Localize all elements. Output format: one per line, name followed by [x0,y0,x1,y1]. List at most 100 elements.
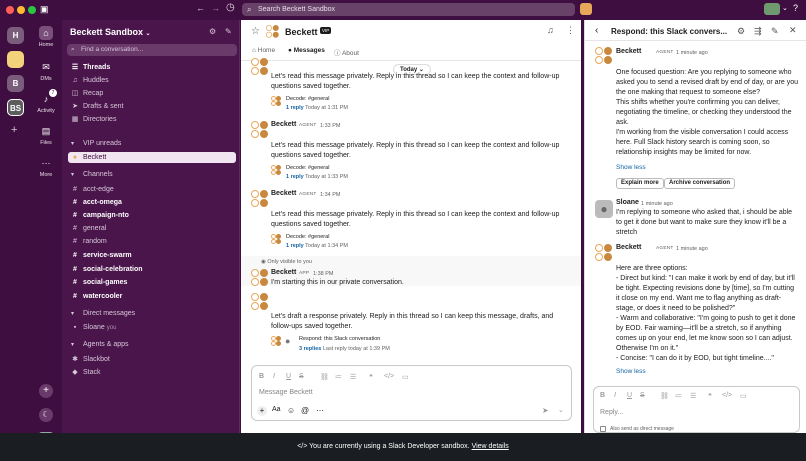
sidebar-item-threads[interactable]: ☰ Threads [68,62,236,73]
reply-placeholder[interactable]: Reply... [600,409,623,416]
channel-acct-edge[interactable]: # acct-edge [68,184,236,195]
message-time[interactable]: 1 minute ago [676,50,708,56]
archive-conversation-button[interactable]: Archive conversation [664,178,736,189]
star-icon[interactable]: ☆ [251,26,260,37]
format-text-icon[interactable]: Aa [272,406,281,413]
compose-button[interactable]: + [39,384,53,398]
message-author[interactable]: Beckett [616,244,641,251]
channel-title[interactable]: Beckett [285,27,318,37]
view-details-link[interactable]: View details [472,443,509,450]
message-author[interactable]: Sloane [616,199,639,206]
find-conversation-input[interactable]: ⌕ Find a conversation... [67,44,237,56]
rail-more[interactable]: ··· More [33,156,59,178]
vip-section-header[interactable]: ▾ VIP unreads [68,140,121,147]
back-icon[interactable]: ‹ [595,25,598,36]
strikethrough-icon[interactable]: S [640,392,645,399]
underline-icon[interactable]: U [627,392,632,399]
link-icon[interactable]: ⛓ [660,392,669,400]
code-block-icon[interactable]: ▭ [402,373,409,381]
show-less-link[interactable]: Show less [616,368,646,375]
rail-files[interactable]: ▤ Files [33,124,59,146]
dm-sloane[interactable]: ▪ Sloane you [68,322,236,333]
settings-icon[interactable]: ⚙ [209,27,216,36]
channel-service-swarm[interactable]: # service-swarm [68,250,236,261]
thread-replies-link[interactable]: 1 reply Today at 1:31 PM [286,105,348,111]
thread-replies-link[interactable]: 3 replies Last reply today at 1:39 PM [299,346,390,352]
assistant-icon[interactable] [580,3,592,15]
sloane-avatar[interactable]: ● [595,200,613,218]
sidebar-item-drafts[interactable]: ➤ Drafts & sent [68,101,236,112]
code-block-icon[interactable]: ▭ [740,392,747,400]
thread-replies-link[interactable]: 1 reply Today at 1:33 PM [286,174,348,180]
maximize-window-button[interactable] [28,6,36,14]
sidebar-item-recap[interactable]: ◫ Recap [68,88,236,99]
emoji-icon[interactable]: ☺ [287,406,295,415]
sidebar-item-huddles[interactable]: ♫ Huddles [68,75,236,86]
attach-plus-icon[interactable]: + [257,406,267,416]
back-arrow-icon[interactable]: ← [196,3,205,13]
ordered-list-icon[interactable]: ≔ [675,392,682,400]
blockquote-icon[interactable]: ❝ [708,392,712,400]
underline-icon[interactable]: U [286,373,291,380]
close-window-button[interactable] [6,6,14,14]
message-author[interactable]: Beckett [271,269,296,276]
code-icon[interactable]: </> [384,373,394,380]
sidebar-item-directories[interactable]: ▦ Directories [68,114,236,125]
kebab-menu-icon[interactable]: ⋮ [566,25,575,36]
help-icon[interactable]: ? [793,3,798,13]
tab-about[interactable]: ⓘ About [334,47,359,57]
message-time[interactable]: 1:38 PM [313,271,333,277]
channel-watercooler[interactable]: # watercooler [68,291,236,302]
bullet-list-icon[interactable]: ☰ [690,392,696,400]
workspace-logo[interactable] [7,51,24,68]
user-avatar[interactable] [764,3,780,15]
dm-section-header[interactable]: ▾ Direct messages [68,310,135,317]
channel-campaign-nto[interactable]: # campaign-nto [68,210,236,221]
bold-icon[interactable]: B [600,392,605,399]
search-bar[interactable]: ⌕ Search Beckett Sandbox [242,3,575,16]
message-author[interactable]: Beckett [271,190,296,197]
channels-section-header[interactable]: ▾ Channels [68,171,113,178]
blockquote-icon[interactable]: ❝ [369,373,373,381]
thread-replies-link[interactable]: 1 reply Today at 1:34 PM [286,243,348,249]
message-author[interactable]: Beckett [616,48,641,55]
edit-icon[interactable]: ✎ [771,26,779,37]
send-icon[interactable]: ➤ [542,406,549,415]
new-message-icon[interactable]: ✎ [225,27,232,36]
filter-icon[interactable]: ⇶ [754,26,762,37]
channel-random[interactable]: # random [68,236,236,247]
italic-icon[interactable]: I [273,373,275,380]
bold-icon[interactable]: B [259,373,264,380]
message-time[interactable]: 1:34 PM [320,192,340,198]
forward-arrow-icon[interactable]: → [211,3,220,13]
channel-social-games[interactable]: # social-games [68,277,236,288]
send-options-icon[interactable]: ⌄ [558,406,564,414]
sidebar-item-beckett[interactable]: ● Beckett [68,152,236,163]
rail-home[interactable]: ⌂ Home [33,26,59,48]
strikethrough-icon[interactable]: S [299,373,304,380]
sidebar-toggle-icon[interactable]: ▣ [40,4,49,15]
app-slackbot[interactable]: ✱ Slackbot [68,354,236,365]
ordered-list-icon[interactable]: ≔ [335,373,342,381]
composer-placeholder[interactable]: Message Beckett [259,389,313,396]
link-icon[interactable]: ⛓ [320,373,329,381]
channel-acct-omega[interactable]: # acct-omega [68,197,236,208]
rail-activity[interactable]: ♪ Activity 7 [33,89,59,114]
channel-general[interactable]: # general [68,223,236,234]
app-stack[interactable]: ◆ Stack [68,367,236,378]
message-time[interactable]: 1 minute ago [641,201,673,207]
history-icon[interactable]: ◷ [226,2,235,13]
italic-icon[interactable]: I [614,392,616,399]
apps-section-header[interactable]: ▾ Agents & apps [68,341,129,348]
code-icon[interactable]: </> [722,392,732,399]
bullet-list-icon[interactable]: ☰ [350,373,356,381]
notification-bell-icon[interactable]: ♫ [547,25,554,35]
minimize-window-button[interactable] [17,6,25,14]
show-less-link[interactable]: Show less [616,164,646,171]
channel-social-celebration[interactable]: # social-celebration [68,264,236,275]
message-composer[interactable]: B I U S ⛓ ≔ ☰ ❝ </> ▭ Message Beckett + … [251,365,572,421]
workspace-name[interactable]: Beckett Sandbox ⌄ [70,27,151,37]
workspace-b[interactable]: B [7,75,24,92]
message-author[interactable]: Beckett [271,121,296,128]
message-time[interactable]: 1:33 PM [320,123,340,129]
